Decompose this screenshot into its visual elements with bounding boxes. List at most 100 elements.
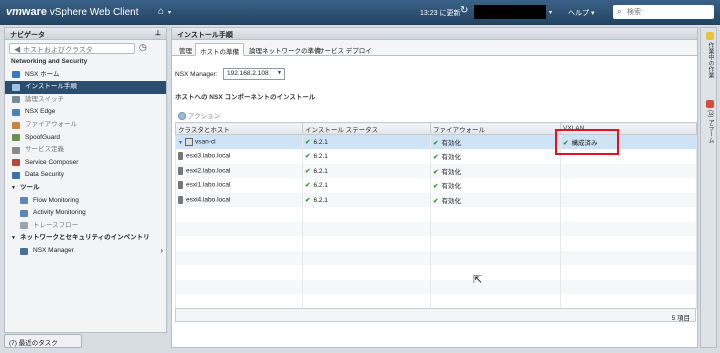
pin-icon[interactable]: ⊥ [155, 29, 161, 37]
check-icon: ✔ [433, 197, 439, 205]
nsx-home-icon [12, 71, 20, 79]
check-icon: ✔ [305, 182, 311, 190]
tab-host-preparation[interactable]: ホストの準備 [195, 43, 244, 56]
nav-flow-monitoring[interactable]: Flow Monitoring [5, 195, 166, 208]
tab-bar: 管理 ホストの準備 論理ネットワークの準備 サービス デプロイ [172, 40, 697, 56]
nav-logical-switch[interactable]: 論理スイッチ [5, 94, 166, 107]
nav-tools-section[interactable]: ▼ ツール [5, 182, 166, 195]
nav-nsx-home[interactable]: NSX ホーム [5, 69, 166, 82]
top-bar: vmware vSphere Web Client ⌂ ▾ 13:23 に更新 … [0, 0, 720, 25]
nav-firewall[interactable]: ファイアウォール [5, 119, 166, 132]
vsphere-logo[interactable]: vmware vSphere Web Client [6, 6, 139, 18]
data-security-icon [12, 171, 20, 179]
host-name: esxi3.labo.local [186, 152, 231, 160]
user-menu[interactable] [474, 5, 546, 19]
empty-row [175, 265, 697, 280]
firewall-status: 有効化 [441, 140, 461, 147]
nav-label: インストール手順 [25, 83, 77, 91]
history-icon[interactable]: ◷ [139, 42, 153, 55]
search-input[interactable] [627, 7, 709, 17]
nsx-manager-select[interactable]: 192.168.2.108 ▼ [223, 68, 285, 80]
table-row[interactable]: esxi2.labo.local ✔ 6.2.1 ✔ 有効化 [175, 163, 697, 178]
navigator-header: ナビゲータ ⊥ [5, 28, 166, 40]
cluster-cell[interactable]: ▼ vsan-cl [175, 134, 303, 149]
service-definition-icon [12, 146, 20, 154]
home-dropdown-icon[interactable]: ▾ [168, 9, 171, 16]
nav-inventory-section[interactable]: ▼ ネットワークとセキュリティのインベントリ [5, 232, 166, 245]
work-in-progress-tab[interactable]: 作業中の作業 [703, 32, 715, 78]
refresh-icon[interactable]: ↻ [460, 5, 468, 16]
nav-label: NSX Manager [33, 246, 74, 254]
collapse-triangle-icon: ▼ [11, 184, 16, 191]
nav-spoofguard[interactable]: SpoofGuard [5, 132, 166, 145]
vxlan-highlight-box [555, 129, 619, 155]
nsx-manager-label: NSX Manager: [175, 71, 218, 78]
nav-service-definition[interactable]: サービス定義 [5, 144, 166, 157]
firewall-status: 有効化 [441, 183, 461, 191]
table-footer: 5 項目 [175, 308, 696, 322]
host-cell[interactable]: esxi4.labo.local [175, 192, 303, 207]
nav-install[interactable]: インストール手順 [5, 81, 166, 94]
nav-networking-security[interactable]: Networking and Security [5, 56, 166, 69]
table-row[interactable]: esxi4.labo.local ✔ 6.2.1 ✔ 有効化 [175, 192, 697, 207]
section-label: ネットワークとセキュリティのインベントリ [19, 234, 150, 242]
nav-nsx-edge[interactable]: NSX Edge [5, 106, 166, 119]
table-row[interactable]: esxi1.labo.local ✔ 6.2.1 ✔ 有効化 [175, 178, 697, 193]
tab-logical-network-preparation[interactable]: 論理ネットワークの準備 [245, 43, 325, 56]
home-icon[interactable]: ⌂ [158, 6, 164, 17]
tab-manage[interactable]: 管理 [175, 43, 196, 56]
search-icon: ⌕ [617, 7, 622, 16]
nav-label: SpoofGuard [25, 133, 61, 141]
check-icon: ✔ [433, 183, 439, 191]
chevron-right-icon: › [160, 245, 163, 255]
vxlan-cell [560, 163, 697, 178]
nav-nsx-manager[interactable]: NSX Manager › [5, 245, 166, 258]
check-icon: ✔ [433, 140, 439, 147]
page-title: インストール手順 [177, 32, 233, 39]
alarms-tab[interactable]: (3) アラーム [703, 100, 715, 143]
install-status-cell: ✔ 6.2.1 [302, 192, 431, 207]
firewall-cell: ✔ 有効化 [430, 149, 561, 164]
tab-service-deployment[interactable]: サービス デプロイ [314, 43, 376, 56]
navigator-back-button[interactable]: ◀ ホストおよびクラスタ [9, 43, 135, 54]
help-menu[interactable]: ヘルプ ▾ [568, 8, 594, 18]
item-count: 5 項目 [671, 315, 690, 322]
nav-label: 論理スイッチ [25, 95, 64, 103]
recent-tasks-button[interactable]: (7) 最近のタスク [4, 334, 82, 348]
service-composer-icon [12, 159, 20, 167]
collapse-triangle-icon: ▼ [11, 235, 16, 242]
nav-data-security[interactable]: Data Security [5, 169, 166, 182]
chevron-down-icon: ▼ [277, 70, 282, 76]
nsx-manager-row: NSX Manager: 192.168.2.108 ▼ [175, 68, 285, 80]
vxlan-cell [560, 192, 697, 207]
column-header[interactable]: ファイアウォール [430, 122, 561, 135]
column-header[interactable]: クラスタとホスト [175, 122, 303, 135]
actions-menu[interactable]: アクション [178, 110, 220, 121]
host-cell[interactable]: esxi2.labo.local [175, 163, 303, 178]
main-header: インストール手順 [172, 28, 697, 40]
section-label: ツール [19, 183, 40, 191]
column-header[interactable]: インストール ステータス [302, 122, 431, 135]
traceflow-icon [20, 222, 28, 230]
host-icon [178, 195, 183, 204]
host-cell[interactable]: esxi3.labo.local [175, 149, 303, 164]
empty-row [175, 207, 697, 222]
main-panel: インストール手順 管理 ホストの準備 論理ネットワークの準備 サービス デプロイ… [171, 27, 698, 348]
nsx-manager-value: 192.168.2.108 [227, 70, 269, 77]
user-dropdown-icon[interactable]: ▾ [549, 9, 552, 16]
cluster-name: vsan-cl [194, 138, 216, 146]
expand-triangle-icon[interactable]: ▼ [178, 140, 183, 146]
nav-traceflow[interactable]: トレースフロー [5, 220, 166, 233]
global-search[interactable]: ⌕ [613, 5, 714, 19]
install-status-cell: ✔ 6.2.1 [302, 134, 431, 149]
install-status-cell: ✔ 6.2.1 [302, 149, 431, 164]
install-status: 6.2.1 [313, 139, 328, 146]
host-cell[interactable]: esxi1.labo.local [175, 178, 303, 193]
nsx-edge-icon [12, 108, 20, 116]
cluster-icon [184, 138, 193, 146]
firewall-cell: ✔ 有効化 [430, 192, 561, 207]
firewall-cell: ✔ 有効化 [430, 163, 561, 178]
nav-activity-monitoring[interactable]: Activity Monitoring [5, 207, 166, 220]
nav-label: NSX ホーム [25, 70, 60, 78]
nav-service-composer[interactable]: Service Composer [5, 157, 166, 170]
